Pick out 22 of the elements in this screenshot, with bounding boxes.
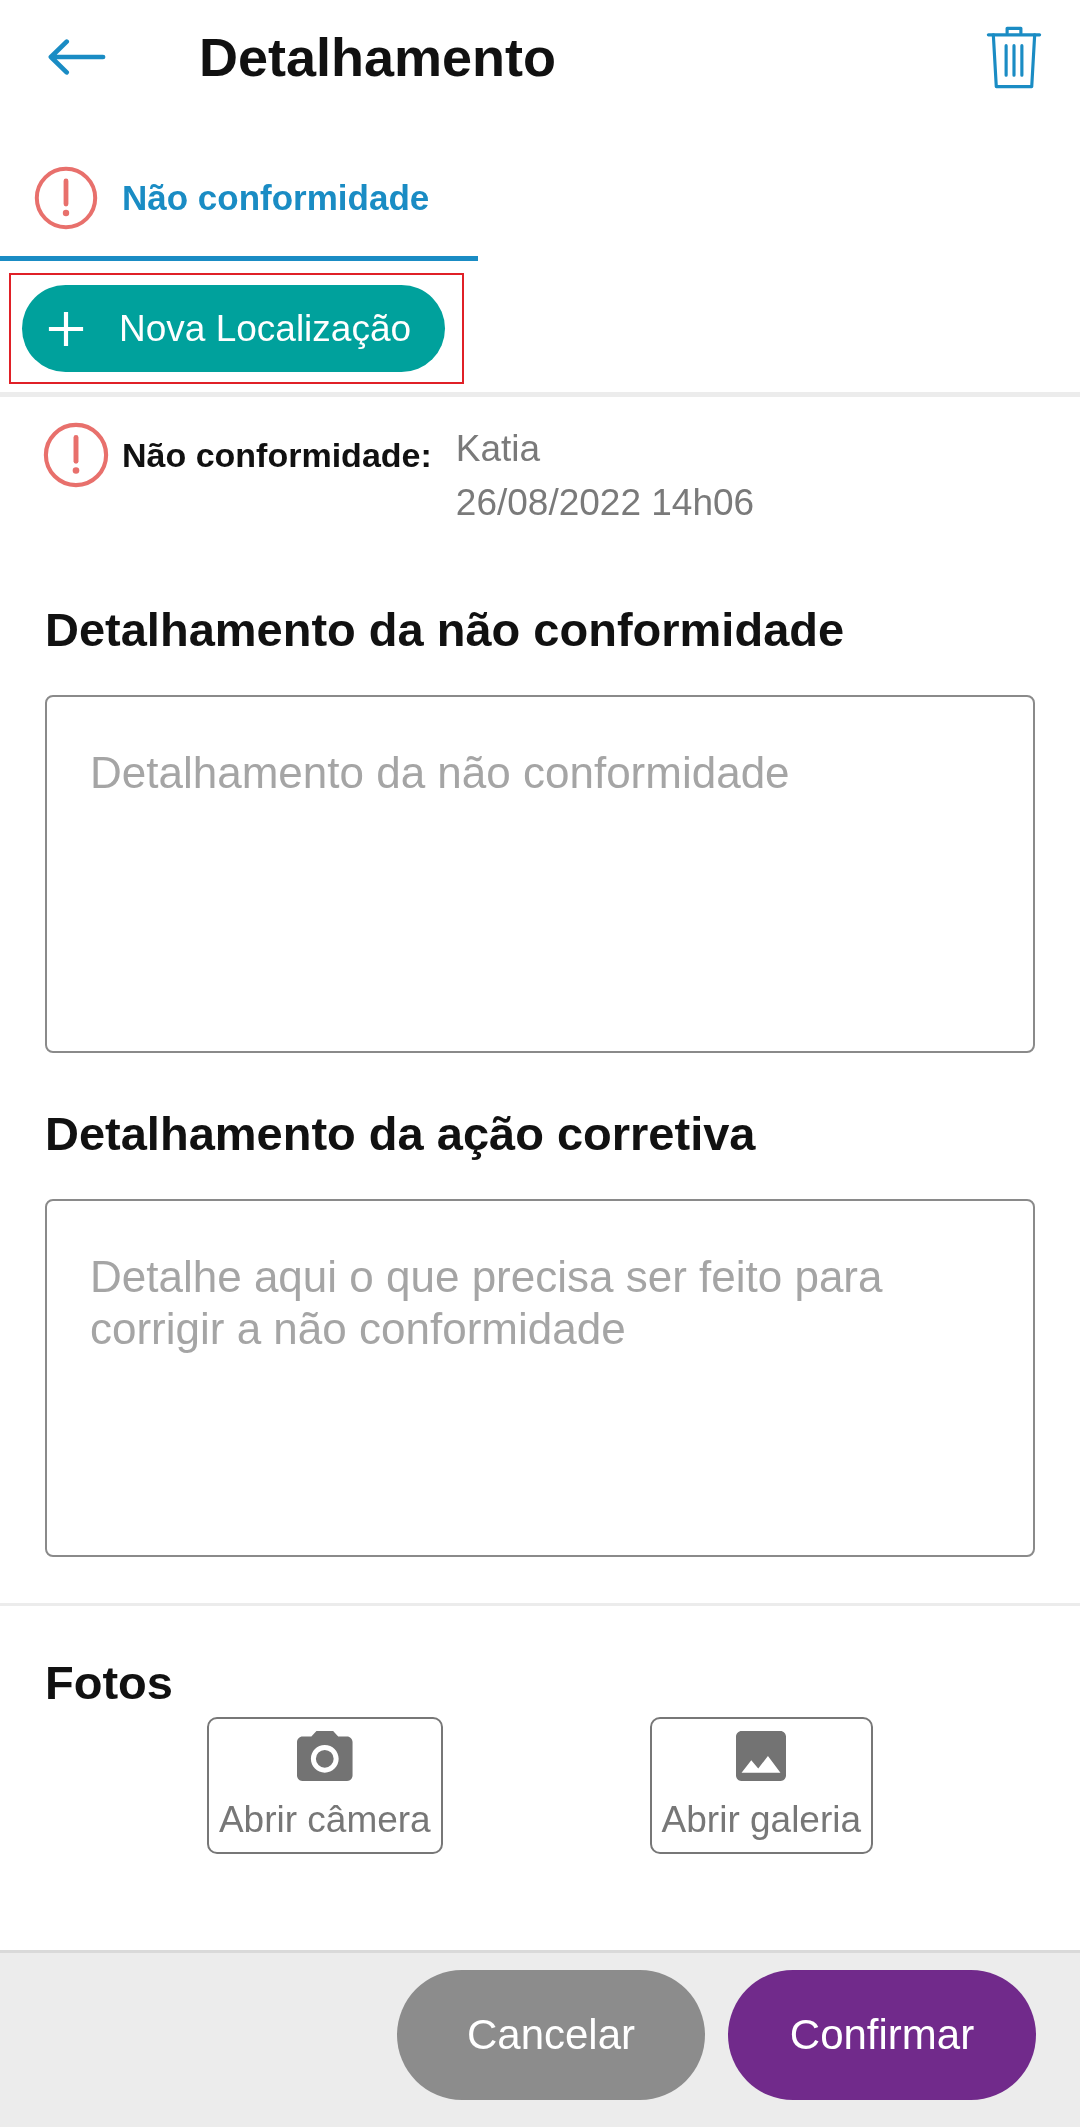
new-location-button[interactable]: Nova Localização <box>22 285 446 372</box>
camera-icon <box>297 1731 353 1781</box>
trash-icon[interactable] <box>986 25 1042 89</box>
back-arrow-icon[interactable] <box>47 39 106 75</box>
plus-icon <box>47 309 85 348</box>
text-area-field[interactable]: Detalhamento da não conformidade <box>45 695 1035 1053</box>
image-icon <box>736 1731 787 1781</box>
open-gallery-button[interactable]: Abrir galeria <box>649 1717 874 1854</box>
alert-icon <box>34 166 98 230</box>
tab[interactable]: Não conformidade <box>0 114 478 261</box>
confirm-button[interactable]: Confirmar <box>728 1970 1036 2100</box>
section-title: Detalhamento da não conformidade <box>45 602 846 658</box>
cancel-button[interactable]: Cancelar <box>397 1970 705 2100</box>
record-label: Não conformidade: <box>122 435 432 475</box>
section-title: Fotos <box>45 1655 174 1711</box>
author-name: Katia <box>455 427 542 471</box>
open-camera-button[interactable]: Abrir câmera <box>206 1717 443 1854</box>
record-timestamp: 26/08/2022 14h06 <box>455 481 755 525</box>
page-title: Detalhamento <box>199 26 557 89</box>
section-title: Detalhamento da ação corretiva <box>45 1106 757 1162</box>
alert-icon <box>43 422 109 488</box>
text-area-field[interactable]: Detalhe aqui o que precisa ser feito para corrigir a não conformidade <box>45 1199 1035 1557</box>
